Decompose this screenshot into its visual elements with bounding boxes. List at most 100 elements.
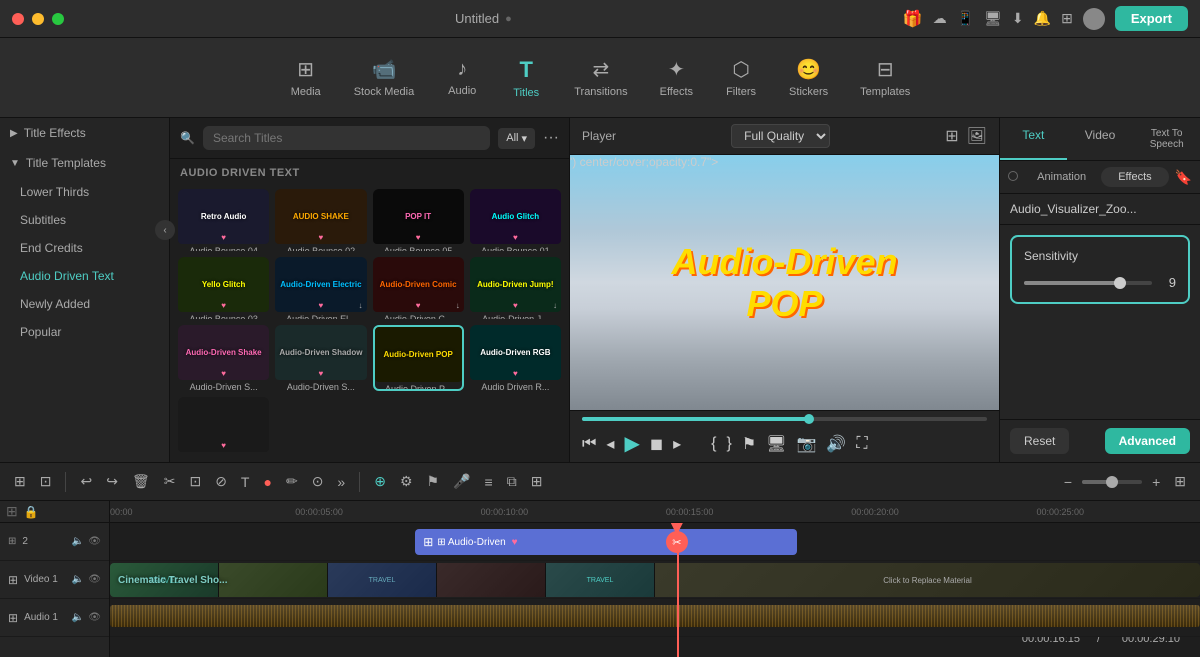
- thumb-item-0[interactable]: Retro Audio♥Audio Bounce 04: [178, 189, 269, 251]
- crop-btn[interactable]: ⊡: [185, 469, 205, 494]
- toolbar-item-media[interactable]: ⊞ Media: [276, 51, 336, 104]
- thumb-item-8[interactable]: Audio-Driven Shake♥Audio-Driven S...: [178, 325, 269, 391]
- zoom-in-btn[interactable]: +: [1148, 470, 1164, 494]
- thumb-item-4[interactable]: Yello Glitch♥Audio Bounce 03: [178, 257, 269, 319]
- subtab-effects[interactable]: Effects: [1101, 167, 1168, 187]
- heart-icon-5[interactable]: ♥: [319, 301, 324, 310]
- heart-icon-9[interactable]: ♥: [319, 369, 324, 378]
- track2-speaker[interactable]: 🔈: [72, 536, 84, 547]
- delete-btn[interactable]: 🗑: [128, 469, 154, 494]
- section-title-effects[interactable]: ▶ Title Effects: [0, 118, 169, 148]
- audio-strip-btn[interactable]: ●: [259, 470, 275, 494]
- heart-icon-1[interactable]: ♥: [319, 233, 324, 242]
- flag-tl-btn[interactable]: ⚑: [423, 469, 444, 494]
- toolbar-item-stickers[interactable]: 😊 Stickers: [775, 51, 842, 104]
- magnet-btn[interactable]: ⊡: [36, 469, 56, 494]
- quality-select[interactable]: Full Quality: [731, 124, 830, 148]
- prev-frame-button[interactable]: ◂: [606, 434, 614, 454]
- sensitivity-slider[interactable]: [1024, 281, 1152, 285]
- thumb-item-1[interactable]: AUDIO SHAKE♥Audio Bounce 02: [275, 189, 366, 251]
- heart-icon-2[interactable]: ♥: [416, 233, 421, 242]
- panel-item-lower-thirds[interactable]: Lower Thirds: [0, 178, 169, 206]
- volume-button[interactable]: 🔊: [826, 434, 846, 454]
- stop-button[interactable]: ◼: [650, 434, 663, 454]
- split-view-btn[interactable]: ⊞: [10, 469, 30, 494]
- next-frame-button[interactable]: ▸: [673, 434, 681, 454]
- toolbar-item-stock[interactable]: 📹 Stock Media: [340, 51, 429, 104]
- toolbar-item-filters[interactable]: ⬡ Filters: [711, 51, 771, 104]
- link-btn[interactable]: ⧉: [503, 469, 521, 494]
- panel-item-popular[interactable]: Popular: [0, 318, 169, 346]
- video1-eye[interactable]: 👁: [88, 574, 101, 585]
- grid-view-icon[interactable]: ⊞: [945, 126, 958, 146]
- flag-button[interactable]: ⚑: [742, 434, 756, 454]
- out-point-button[interactable]: }: [726, 435, 731, 453]
- progress-bar[interactable]: [582, 417, 987, 421]
- video1-speaker[interactable]: 🔈: [72, 574, 84, 585]
- thumb-item-12[interactable]: ♥: [178, 397, 269, 456]
- skip-back-button[interactable]: ⏮: [582, 435, 596, 453]
- more-btn[interactable]: »: [333, 470, 349, 494]
- heart-icon-12[interactable]: ♥: [221, 441, 226, 450]
- thumb-item-3[interactable]: Audio Glitch♥Audio Bounce 01: [470, 189, 561, 251]
- audio1-eye[interactable]: 👁: [88, 612, 101, 623]
- heart-icon-7[interactable]: ♥: [513, 301, 518, 310]
- image-icon[interactable]: 🖼: [967, 126, 987, 146]
- mask-btn[interactable]: ⊙: [308, 469, 328, 494]
- heart-icon-8[interactable]: ♥: [221, 369, 226, 378]
- mic-btn[interactable]: 🎤: [449, 469, 474, 494]
- settings-btn[interactable]: ⚙: [396, 469, 417, 494]
- toolbar-item-effects[interactable]: ✦ Effects: [646, 51, 707, 104]
- lock-btn[interactable]: ⊞: [527, 469, 547, 494]
- lock-tracks-icon[interactable]: 🔒: [24, 505, 39, 519]
- click-to-replace[interactable]: Click to Replace Material: [655, 563, 1200, 597]
- download-icon-7[interactable]: ↓: [553, 301, 557, 310]
- subtab-animation[interactable]: Animation: [1028, 167, 1095, 187]
- more-tl-btn[interactable]: ⊞: [1170, 469, 1190, 494]
- filter-dropdown[interactable]: All ▾: [498, 128, 535, 149]
- traffic-light-green[interactable]: [52, 13, 64, 25]
- cut-btn[interactable]: ✂: [160, 469, 180, 494]
- heart-icon-4[interactable]: ♥: [221, 301, 226, 310]
- layer-btn[interactable]: ≡: [481, 470, 497, 494]
- thumb-item-7[interactable]: Audio-Driven Jump!♥↓Audio-Driven J...: [470, 257, 561, 319]
- toolbar-item-templates[interactable]: ⊟ Templates: [846, 51, 924, 104]
- tab-text[interactable]: Text: [1000, 118, 1067, 160]
- tab-tts[interactable]: Text To Speech: [1133, 118, 1200, 160]
- download-icon-6[interactable]: ↓: [456, 301, 460, 310]
- section-title-templates[interactable]: ▼ Title Templates: [0, 148, 169, 178]
- heart-icon-11[interactable]: ♥: [513, 369, 518, 378]
- add-track-icon[interactable]: ⊞: [6, 503, 18, 520]
- heart-icon-6[interactable]: ♥: [416, 301, 421, 310]
- more-options-icon[interactable]: ···: [543, 129, 559, 147]
- toolbar-item-titles[interactable]: T Titles: [496, 51, 556, 105]
- play-button[interactable]: ▶: [624, 431, 639, 456]
- heart-icon-0[interactable]: ♥: [221, 233, 226, 242]
- audio1-speaker[interactable]: 🔈: [72, 612, 84, 623]
- draw-btn[interactable]: ✏: [282, 469, 302, 494]
- track2-eye[interactable]: 👁: [88, 536, 101, 547]
- panel-item-newly-added[interactable]: Newly Added: [0, 290, 169, 318]
- undo-btn[interactable]: ↩: [76, 469, 96, 494]
- text-btn[interactable]: T: [237, 470, 254, 494]
- panel-item-subtitles[interactable]: Subtitles: [0, 206, 169, 234]
- panel-item-end-credits[interactable]: End Credits: [0, 234, 169, 262]
- panel-item-audio-driven[interactable]: Audio Driven Text: [0, 262, 169, 290]
- split-btn[interactable]: ⊘: [211, 469, 231, 494]
- collapse-arrow[interactable]: ‹: [155, 220, 170, 240]
- thumb-item-2[interactable]: POP IT♥Audio Bounce 05: [373, 189, 464, 251]
- redo-btn[interactable]: ↪: [102, 469, 122, 494]
- search-input[interactable]: [203, 126, 490, 150]
- subtab-save-icon[interactable]: 🔖: [1175, 167, 1192, 187]
- toolbar-item-audio[interactable]: ♪ Audio: [432, 52, 492, 103]
- video-clip[interactable]: TRAVEL TRAVEL TRAVEL Click to Replace Ma…: [110, 563, 1200, 597]
- record-btn[interactable]: ⊕: [370, 469, 390, 494]
- thumb-item-6[interactable]: Audio-Driven Comic♥↓Audio-Driven C...: [373, 257, 464, 319]
- reset-button[interactable]: Reset: [1010, 428, 1069, 454]
- zoom-out-btn[interactable]: −: [1060, 470, 1076, 494]
- monitor-button[interactable]: 🖥: [766, 434, 786, 454]
- in-point-button[interactable]: {: [711, 435, 716, 453]
- traffic-light-yellow[interactable]: [32, 13, 44, 25]
- audio-driven-clip[interactable]: ⊞ ⊞ Audio-Driven ♥: [415, 529, 797, 555]
- advanced-button[interactable]: Advanced: [1105, 428, 1190, 454]
